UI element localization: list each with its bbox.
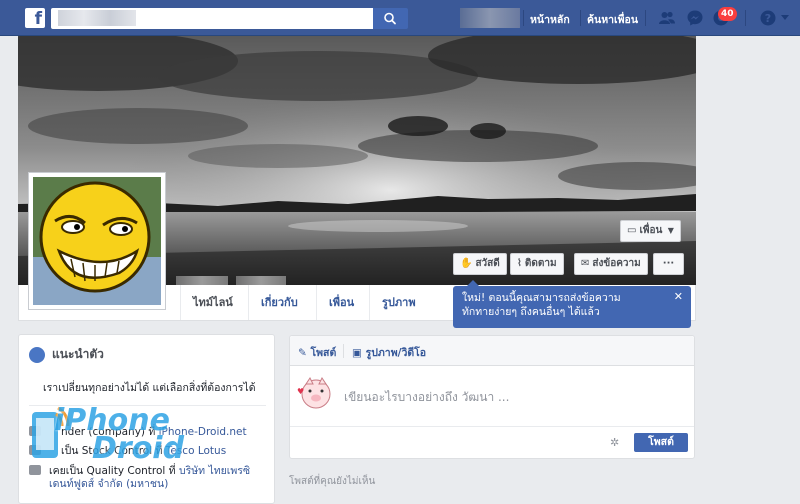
- help-icon[interactable]: ?: [759, 9, 777, 27]
- facebook-logo-icon[interactable]: f: [25, 8, 45, 28]
- chevron-down-icon: ▼: [667, 226, 674, 235]
- friends-button-label: เพื่อน: [639, 225, 663, 236]
- unseen-posts-label: โพสต์ที่คุณยังไม่เห็น: [289, 476, 376, 487]
- close-icon[interactable]: ✕: [674, 290, 683, 304]
- settings-gear-icon[interactable]: ✲: [610, 436, 619, 449]
- iphone-droid-watermark-logo: iPhone Droid: [14, 394, 274, 495]
- follow-button-label: ติดตาม: [524, 258, 557, 269]
- tab-post[interactable]: ✎ โพสต์: [298, 344, 336, 361]
- profile-picture[interactable]: [28, 172, 166, 310]
- profile-name-blurred: [236, 276, 286, 285]
- profile-link-blurred[interactable]: [460, 8, 520, 28]
- search-button[interactable]: [373, 8, 408, 29]
- nav-divider: [523, 10, 524, 26]
- message-button-label: ส่งข้อความ: [592, 258, 641, 269]
- home-link[interactable]: หน้าหลัก: [530, 11, 570, 28]
- watermark-text-droid: Droid: [92, 431, 185, 466]
- post-button[interactable]: โพสต์: [634, 433, 688, 452]
- friend-card-icon: ▭: [627, 225, 637, 236]
- intro-title: แนะนำตัว: [29, 345, 104, 364]
- message-button[interactable]: ✉ ส่งข้อความ: [574, 253, 648, 275]
- divider: [343, 344, 344, 358]
- wave-button[interactable]: ✋ สวัสดี: [453, 253, 507, 275]
- tooltip-text-line1: ใหม่! ตอนนี้คุณสามารถส่งข้อความ: [462, 292, 621, 304]
- pig-avatar-image: ♥: [297, 377, 331, 409]
- more-options-button[interactable]: ···: [653, 253, 684, 275]
- pencil-icon: ✎: [298, 347, 307, 359]
- divider: [290, 426, 694, 427]
- rss-follow-icon: ⌇: [517, 258, 522, 269]
- profile-name-blurred: [176, 276, 228, 285]
- svg-text:?: ?: [765, 12, 771, 25]
- nav-divider: [745, 10, 746, 26]
- globe-icon: [29, 346, 45, 363]
- search-query-blurred: [58, 10, 136, 26]
- new-feature-tooltip: ใหม่! ตอนนี้คุณสามารถส่งข้อความ ทักทายง่…: [453, 280, 691, 328]
- tab-timeline[interactable]: ไทม์ไลน์: [180, 285, 245, 320]
- nav-divider: [580, 10, 581, 26]
- messenger-icon: ✉: [581, 258, 590, 269]
- troll-face-avatar-image: [33, 177, 161, 305]
- notifications-count-badge: 40: [718, 7, 737, 21]
- intro-title-text: แนะนำตัว: [52, 347, 104, 361]
- friends-button[interactable]: ▭ เพื่อน ▼: [620, 220, 681, 242]
- tab-friends[interactable]: เพื่อน: [316, 285, 366, 320]
- wave-hand-icon: ✋: [460, 258, 473, 269]
- tab-photo-video-label: รูปภาพ/วิดีโอ: [365, 347, 427, 359]
- nav-divider: [645, 10, 646, 26]
- tooltip-text-line2: ทักทายง่ายๆ ถึงคนอื่นๆ ได้แล้ว: [462, 306, 600, 318]
- camera-icon: ▣: [352, 347, 362, 359]
- composer-tabs: ✎ โพสต์ ▣ รูปภาพ/วิดีโอ: [290, 336, 694, 366]
- post-composer: ✎ โพสต์ ▣ รูปภาพ/วิดีโอ ♥ เขียนอะไรบางอย…: [289, 335, 695, 459]
- wave-button-label: สวัสดี: [475, 258, 500, 269]
- tab-about[interactable]: เกี่ยวกับ: [248, 285, 310, 320]
- account-menu-arrow-icon[interactable]: [781, 15, 789, 21]
- tab-photo-video[interactable]: ▣ รูปภาพ/วิดีโอ: [352, 344, 426, 361]
- status-text-input[interactable]: เขียนอะไรบางอย่างถึง วัฒนา ...: [344, 388, 509, 407]
- tab-post-label: โพสต์: [310, 347, 337, 359]
- find-friends-link[interactable]: ค้นหาเพื่อน: [587, 11, 638, 28]
- top-navigation-bar: f หน้าหลัก ค้นหาเพื่อน 40 ?: [0, 0, 800, 36]
- search-icon: [384, 12, 396, 25]
- messenger-icon[interactable]: [686, 9, 704, 27]
- svg-text:♥: ♥: [297, 387, 304, 396]
- friend-requests-icon[interactable]: [658, 9, 676, 27]
- tab-photos[interactable]: รูปภาพ: [369, 285, 428, 320]
- follow-button[interactable]: ⌇ ติดตาม: [510, 253, 564, 275]
